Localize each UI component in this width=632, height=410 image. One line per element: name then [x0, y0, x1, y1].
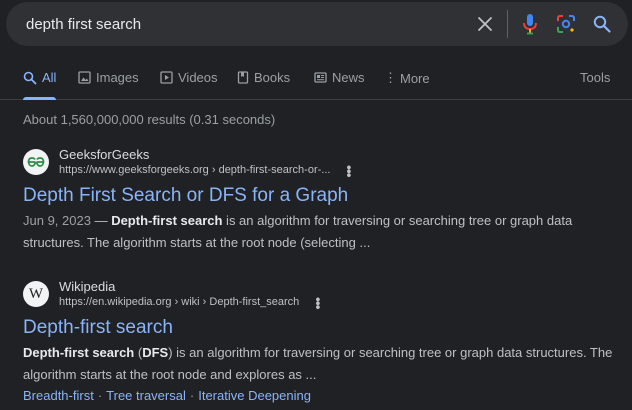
- snippet-highlight: Depth-first search: [23, 345, 135, 360]
- more-vert-icon: ⋮: [384, 70, 397, 85]
- result-date: Jun 9, 2023: [23, 213, 91, 228]
- site-url: https://www.geeksforgeeks.org › depth-fi…: [59, 164, 331, 176]
- result-title-link[interactable]: Depth-first search: [23, 316, 613, 340]
- search-result: W Wikipedia https://en.wikipedia.org › w…: [23, 277, 613, 406]
- sitelink-separator: ·: [189, 388, 195, 403]
- tab-label: Images: [96, 70, 139, 85]
- wikipedia-favicon-icon: W: [23, 281, 49, 307]
- site-info: Wikipedia https://en.wikipedia.org › wik…: [59, 278, 326, 310]
- site-info: GeeksforGeeks https://www.geeksforgeeks.…: [59, 146, 357, 178]
- lens-icon[interactable]: [548, 6, 584, 42]
- clear-icon[interactable]: [467, 6, 503, 42]
- url-row: https://en.wikipedia.org › wiki › Depth-…: [59, 295, 326, 310]
- result-title-link[interactable]: Depth First Search or DFS for a Graph: [23, 184, 613, 208]
- search-bar: [6, 2, 628, 46]
- sitelinks: Breadth-first · Tree traversal · Iterative D…: [23, 386, 613, 406]
- tab-label: Books: [254, 70, 291, 85]
- image-icon: [78, 71, 91, 84]
- site-name: GeeksforGeeks: [59, 147, 150, 162]
- site-name: Wikipedia: [59, 279, 116, 294]
- result-snippet: Depth-first search (DFS) is an algorithm…: [23, 342, 613, 386]
- tools-label: Tools: [580, 70, 611, 85]
- favicon-letter: W: [28, 285, 44, 302]
- search-icon: [23, 71, 37, 84]
- sitelink-tree-traversal[interactable]: Tree traversal: [106, 388, 186, 403]
- result-snippet: Jun 9, 2023 — Depth-first search is an a…: [23, 210, 613, 254]
- snippet-text: (: [134, 345, 143, 360]
- search-input[interactable]: [24, 14, 467, 34]
- result-header[interactable]: W Wikipedia https://en.wikipedia.org › w…: [23, 277, 613, 311]
- tab-label: More: [400, 70, 430, 86]
- date-separator: —: [90, 213, 112, 228]
- tab-all[interactable]: All: [23, 70, 56, 85]
- snippet-highlight: Depth-first search: [111, 213, 223, 228]
- tab-images[interactable]: Images: [78, 70, 139, 85]
- tab-news[interactable]: News: [314, 70, 365, 85]
- video-icon: [160, 71, 173, 84]
- geeksforgeeks-favicon-icon: [23, 149, 49, 175]
- search-bar-divider: [507, 10, 508, 38]
- more-options-icon[interactable]: •••: [341, 165, 357, 177]
- tab-videos[interactable]: Videos: [160, 70, 218, 85]
- search-bar-actions: [467, 2, 628, 46]
- url-row: https://www.geeksforgeeks.org › depth-fi…: [59, 163, 357, 178]
- site-url: https://en.wikipedia.org › wiki › Depth-…: [59, 296, 300, 308]
- tab-label: All: [42, 70, 57, 85]
- active-tab-indicator: [23, 97, 56, 100]
- microphone-icon[interactable]: [512, 6, 548, 42]
- sitelink-breadth-first[interactable]: Breadth-first: [23, 388, 94, 403]
- search-result: GeeksforGeeks https://www.geeksforgeeks.…: [23, 145, 613, 254]
- result-stats: About 1,560,000,000 results (0.31 second…: [23, 112, 276, 127]
- tab-label: Videos: [178, 70, 218, 85]
- tab-more[interactable]: ⋮ More: [384, 70, 430, 86]
- sitelink-separator: ·: [97, 388, 103, 403]
- more-options-icon[interactable]: •••: [310, 297, 326, 309]
- book-icon: [237, 71, 249, 84]
- tab-books[interactable]: Books: [237, 70, 290, 85]
- result-header[interactable]: GeeksforGeeks https://www.geeksforgeeks.…: [23, 145, 613, 179]
- sitelink-iterative-deepening[interactable]: Iterative Deepening: [198, 388, 311, 403]
- tools-button[interactable]: Tools: [580, 70, 610, 85]
- tab-label: News: [332, 70, 365, 85]
- snippet-highlight: DFS: [142, 345, 169, 360]
- news-icon: [314, 72, 327, 83]
- search-tabs: All Images Videos Books News ⋮ More Tool…: [0, 62, 632, 100]
- search-icon[interactable]: [584, 6, 620, 42]
